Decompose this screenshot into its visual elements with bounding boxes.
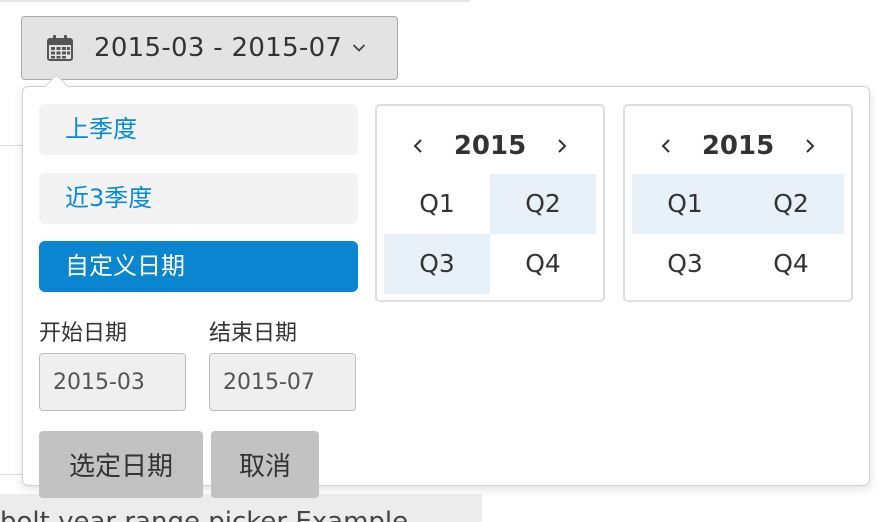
prev-year-button[interactable] (405, 132, 431, 160)
confirm-button[interactable]: 选定日期 (39, 431, 203, 498)
chevron-left-icon (413, 139, 422, 153)
quarter-calendar-end: 2015 Q1 Q2 Q3 Q4 (623, 104, 853, 302)
quarter-q2[interactable]: Q2 (738, 174, 844, 234)
start-date-label: 开始日期 (39, 321, 128, 346)
range-last-quarter[interactable]: 上季度 (39, 104, 358, 155)
cancel-button[interactable]: 取消 (211, 431, 319, 498)
next-year-button[interactable] (549, 132, 575, 160)
quarter-q1[interactable]: Q1 (384, 174, 490, 234)
end-date-label: 结束日期 (209, 321, 298, 346)
chevron-right-icon (558, 139, 567, 153)
chevron-right-icon (806, 139, 815, 153)
date-range-dropdown: 上季度 近3季度 自定义日期 开始日期 结束日期 选定日期 取消 2015 Q1… (22, 74, 870, 498)
range-custom[interactable]: 自定义日期 (39, 241, 358, 292)
quarter-calendar-start: 2015 Q1 Q2 Q3 Q4 (375, 104, 605, 302)
date-range-trigger[interactable]: 2015-03 - 2015-07 (21, 16, 398, 80)
quarter-q3[interactable]: Q3 (384, 234, 490, 294)
quarter-q4[interactable]: Q4 (490, 234, 596, 294)
quarter-q3[interactable]: Q3 (632, 234, 738, 294)
end-date-input[interactable] (209, 353, 356, 411)
quarter-q2[interactable]: Q2 (490, 174, 596, 234)
prev-year-button[interactable] (653, 132, 679, 160)
next-year-button[interactable] (797, 132, 823, 160)
quarter-q1[interactable]: Q1 (632, 174, 738, 234)
chevron-down-icon (353, 44, 366, 52)
calendar-icon (47, 35, 73, 61)
background-panel (0, 145, 23, 475)
chevron-left-icon (661, 139, 670, 153)
background-heading: bolt year range picker Example (0, 494, 482, 522)
date-range-value: 2015-03 - 2015-07 (94, 33, 343, 63)
start-date-input[interactable] (39, 353, 186, 411)
range-last-3-quarters[interactable]: 近3季度 (39, 173, 358, 224)
background-heading-text: bolt year range picker Example (0, 507, 409, 522)
page-divider (0, 0, 470, 2)
quarter-q4[interactable]: Q4 (738, 234, 844, 294)
